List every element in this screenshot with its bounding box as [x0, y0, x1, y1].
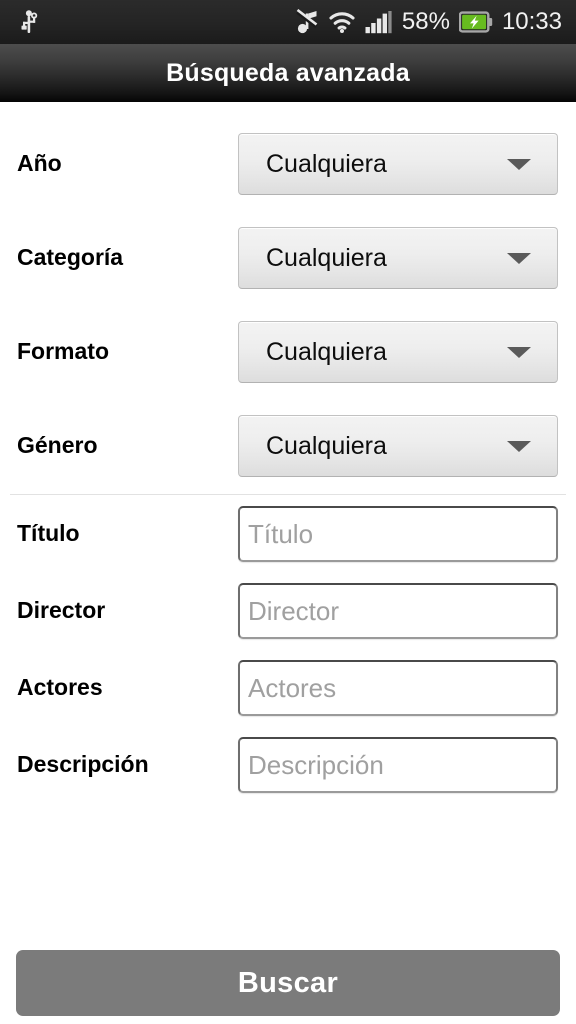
label-director: Director	[17, 597, 106, 624]
section-divider	[10, 494, 566, 495]
label-category: Categoría	[17, 244, 124, 271]
label-format: Formato	[17, 338, 109, 365]
chevron-down-icon	[507, 346, 531, 358]
input-description-placeholder: Descripción	[248, 750, 384, 780]
status-bar-left-icons	[18, 9, 40, 35]
status-bar: 58% 10:33	[0, 0, 576, 44]
spinner-genre-value: Cualquiera	[266, 431, 387, 460]
input-director-placeholder: Director	[248, 596, 340, 626]
music-mute-icon	[295, 9, 319, 35]
spinner-category-value: Cualquiera	[266, 243, 387, 272]
spinner-category[interactable]: Cualquiera	[238, 227, 558, 289]
page-title: Búsqueda avanzada	[166, 58, 410, 87]
spinner-genre[interactable]: Cualquiera	[238, 415, 558, 477]
chevron-down-icon	[507, 252, 531, 264]
form-row-format: Formato Cualquiera	[0, 321, 576, 383]
battery-charging-icon	[458, 11, 493, 33]
input-actors[interactable]: Actores	[238, 660, 558, 716]
label-title: Título	[17, 520, 80, 547]
wifi-icon	[328, 10, 356, 34]
chevron-down-icon	[507, 158, 531, 170]
form-row-year: Año Cualquiera	[0, 133, 576, 195]
input-title-placeholder: Título	[248, 519, 314, 549]
label-genre: Género	[17, 432, 98, 459]
chevron-down-icon	[507, 440, 531, 452]
usb-icon	[18, 9, 40, 35]
input-description[interactable]: Descripción	[238, 737, 558, 793]
input-director[interactable]: Director	[238, 583, 558, 639]
spinner-format-value: Cualquiera	[266, 337, 387, 366]
title-bar: Búsqueda avanzada	[0, 44, 576, 102]
search-button[interactable]: Buscar	[16, 950, 560, 1016]
search-button-label: Buscar	[237, 966, 339, 999]
label-year: Año	[17, 150, 62, 177]
form-row-description: Descripción Descripción	[0, 737, 576, 793]
form-row-title: Título Título	[0, 506, 576, 562]
spinner-year[interactable]: Cualquiera	[238, 133, 558, 195]
spinner-year-value: Cualquiera	[266, 149, 387, 178]
advanced-search-form: Año Cualquiera Categoría Cualquiera Form…	[0, 102, 576, 1024]
signal-bars-icon	[365, 10, 393, 34]
status-bar-right-icons: 58% 10:33	[295, 9, 562, 35]
input-title[interactable]: Título	[238, 506, 558, 562]
form-row-director: Director Director	[0, 583, 576, 639]
clock-label: 10:33	[501, 8, 562, 35]
label-description: Descripción	[17, 751, 149, 778]
input-actors-placeholder: Actores	[248, 673, 337, 703]
form-row-actors: Actores Actores	[0, 660, 576, 716]
phone-screen: 58% 10:33 Búsqueda avanzada Año Cualquie…	[0, 0, 576, 1024]
battery-percent-label: 58%	[401, 8, 450, 35]
form-row-category: Categoría Cualquiera	[0, 227, 576, 289]
form-row-genre: Género Cualquiera	[0, 415, 576, 477]
label-actors: Actores	[17, 674, 103, 701]
spinner-format[interactable]: Cualquiera	[238, 321, 558, 383]
